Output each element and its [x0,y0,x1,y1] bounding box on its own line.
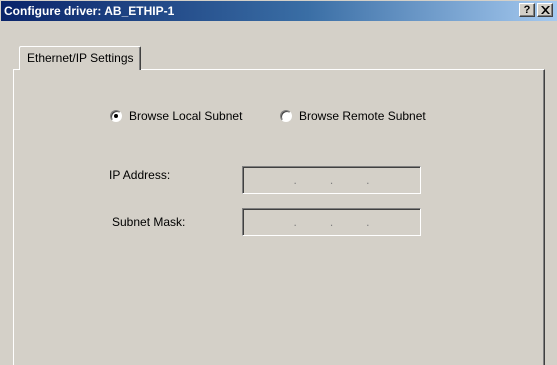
radio-unchecked-icon[interactable] [280,110,292,122]
mask-octet-separator: . [329,215,334,229]
ip-octet-separator: . [329,173,334,187]
radio-browse-local-subnet[interactable]: Browse Local Subnet [110,108,242,124]
title-bar[interactable]: Configure driver: AB_ETHIP-1 ? [1,1,557,21]
tab-label: Ethernet/IP Settings [27,51,134,65]
radio-checked-icon[interactable] [110,110,122,122]
ip-address-label: IP Address: [109,168,171,182]
mask-octet-separator: . [366,215,370,229]
mask-octet-separator: . [293,215,297,229]
tab-ethernet-ip-settings[interactable]: Ethernet/IP Settings [19,46,141,70]
ip-octet-separator: . [366,173,370,187]
radio-label-remote: Browse Remote Subnet [299,109,426,123]
help-button[interactable]: ? [519,3,535,17]
close-button[interactable] [537,3,553,17]
radio-label-local: Browse Local Subnet [129,109,243,123]
radio-browse-remote-subnet[interactable]: Browse Remote Subnet [280,108,426,124]
configure-driver-dialog: Configure driver: AB_ETHIP-1 ? Ethernet/… [0,0,557,365]
subnet-mask-field[interactable]: . . . [242,208,421,236]
window-title: Configure driver: AB_ETHIP-1 [4,4,175,18]
ip-address-field[interactable]: . . . [242,166,421,194]
close-icon [540,5,550,17]
ip-octet-separator: . [293,173,297,187]
subnet-mask-label: Subnet Mask: [112,215,186,229]
